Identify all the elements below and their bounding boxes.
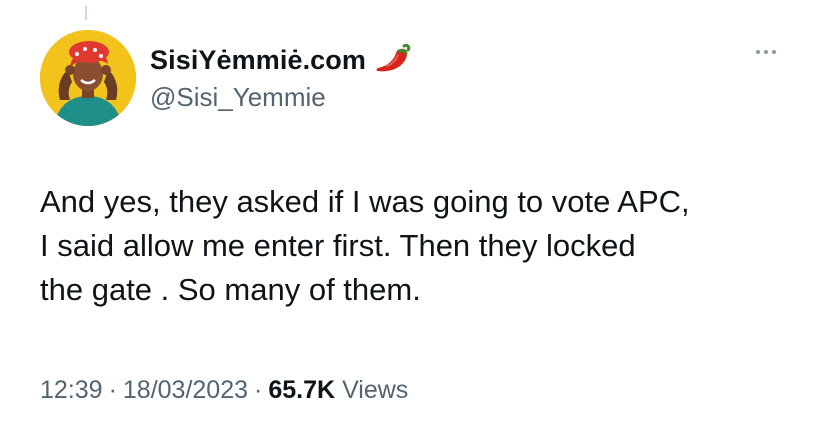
meta-separator: · (254, 376, 263, 404)
views-label[interactable]: Views (342, 376, 408, 405)
more-options-icon[interactable] (756, 50, 776, 54)
tweet-text-line: I said allow me enter first. Then they l… (40, 228, 636, 263)
tweet-date[interactable]: 18/03/2023 (123, 376, 248, 405)
tweet-metadata: 12:39 · 18/03/2023 · 65.7K Views (40, 376, 408, 405)
tweet-text-line: And yes, they asked if I was going to vo… (40, 184, 690, 219)
more-dot (764, 50, 768, 54)
meta-separator: · (108, 376, 117, 404)
avatar[interactable] (40, 30, 136, 126)
author-display-name[interactable]: SisiYėmmiė.com (150, 45, 366, 76)
thread-connector-line (85, 6, 87, 20)
avatar-image (40, 30, 136, 126)
chili-pepper-icon (374, 40, 412, 81)
author-name-row[interactable]: SisiYėmmiė.com (150, 40, 412, 81)
more-dot (756, 50, 760, 54)
tweet-text-line: the gate . So many of them. (40, 272, 421, 307)
tweet-text: And yes, they asked if I was going to vo… (40, 180, 800, 312)
author-handle[interactable]: @Sisi_Yemmie (150, 82, 326, 113)
views-count[interactable]: 65.7K (268, 376, 335, 405)
tweet-time[interactable]: 12:39 (40, 376, 103, 405)
more-dot (772, 50, 776, 54)
